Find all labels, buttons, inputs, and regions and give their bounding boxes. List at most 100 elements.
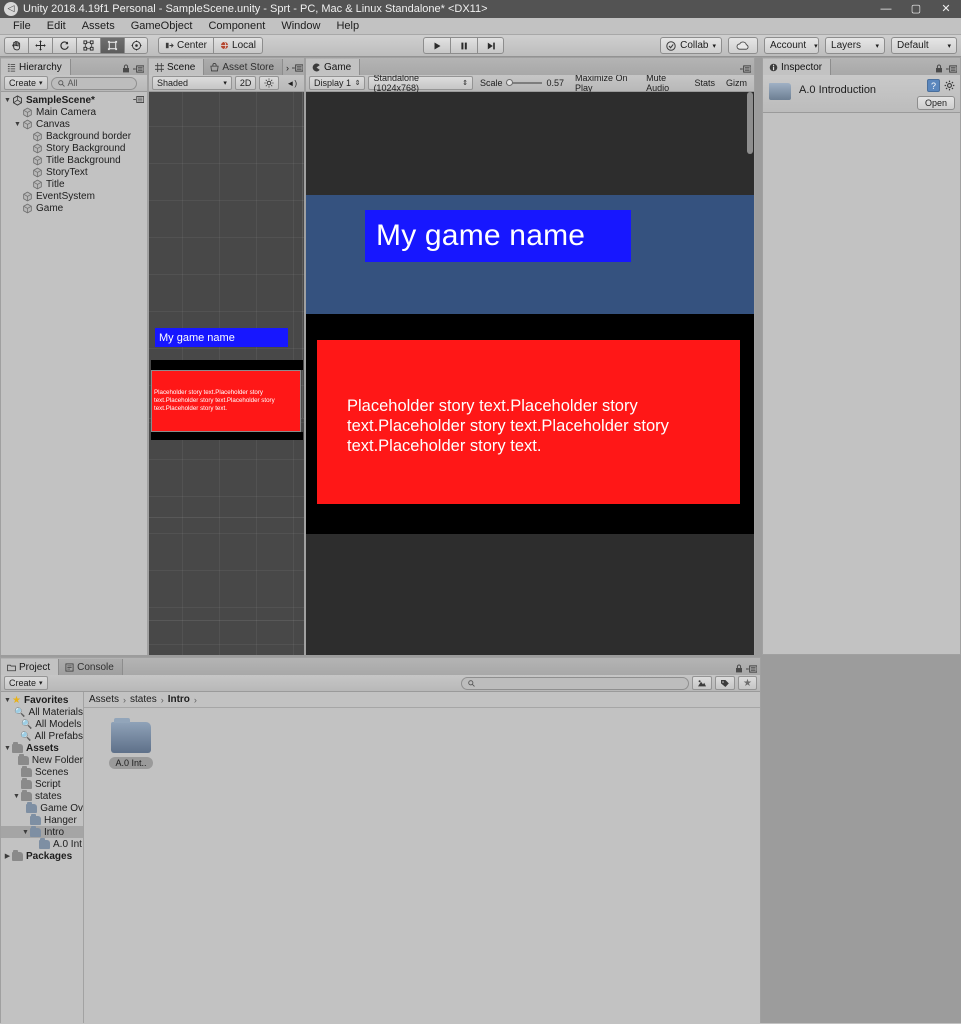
tab-scene[interactable]: Scene [149,59,205,75]
maximize-button[interactable]: ▢ [901,0,931,18]
chevron-down-icon[interactable]: ▼ [21,829,30,836]
scene-story-box[interactable]: Placeholder story text.Placeholder story… [151,370,301,432]
menu-item-component[interactable]: Component [200,18,273,35]
cloud-services-button[interactable] [728,37,759,54]
pivot-mode-button[interactable]: Center [158,37,214,54]
game-maximize-on-play-toggle[interactable]: Maximize On Play [571,73,639,93]
inspector-open-button[interactable]: Open [916,96,955,110]
tab-game[interactable]: Game [306,59,361,75]
move-tool-icon[interactable] [28,37,52,54]
help-icon[interactable]: ? [927,79,940,92]
menu-item-file[interactable]: File [5,18,39,35]
panel-menu-icon[interactable] [133,64,144,73]
hierarchy-item-game[interactable]: Game [1,202,147,214]
chevron-down-icon[interactable]: ▼ [12,793,21,800]
play-button[interactable] [423,37,451,54]
project-tree-item-game-ov[interactable]: Game Ov [1,801,83,814]
scale-slider-track[interactable] [506,79,543,86]
project-tree-item-all-prefabs[interactable]: 🔍 All Prefabs [1,730,83,742]
project-favorite-filter-button[interactable]: ★ [738,676,757,690]
project-tree-item-intro[interactable]: ▼ Intro [1,825,83,838]
game-view-canvas[interactable]: My game name Placeholder story text.Plac… [306,92,754,655]
panel-menu-icon[interactable] [746,664,757,673]
lock-icon[interactable] [122,64,130,73]
close-button[interactable]: ✕ [931,0,961,18]
menu-item-edit[interactable]: Edit [39,18,74,35]
hierarchy-search-input[interactable]: All [50,76,137,90]
hierarchy-item-storytext[interactable]: StoryText [1,166,147,178]
game-stats-toggle[interactable]: Stats [691,76,720,90]
tab-project[interactable]: Project [1,659,60,675]
project-tree-item-assets[interactable]: ▼ Assets [1,741,83,754]
scene-audio-toggle[interactable]: ◄) [282,76,301,90]
step-button[interactable] [477,37,505,54]
hierarchy-item-background-border[interactable]: Background border [1,130,147,142]
project-label-filter-button[interactable] [715,676,736,690]
layout-button[interactable]: Default ▾ [891,37,958,54]
menu-item-window[interactable]: Window [273,18,328,35]
hierarchy-create-button[interactable]: Create ▾ [4,76,48,90]
hierarchy-item-story-background[interactable]: Story Background [1,142,147,154]
scene-lighting-toggle[interactable] [259,76,280,90]
rotate-tool-icon[interactable] [52,37,76,54]
project-search-input[interactable] [461,676,690,690]
project-tree-item-packages[interactable]: ▶ Packages [1,849,83,862]
tab-asset-store[interactable]: Asset Store [204,59,284,75]
chevron-right-icon[interactable]: ▶ [3,852,12,860]
tab-console[interactable]: Console [59,659,123,675]
panel-menu-icon[interactable] [740,65,751,73]
project-tree[interactable]: ▼ ★ Favorites 🔍 All Materials 🔍 All Models 🔍 All… [1,692,84,1023]
hierarchy-item-main-camera[interactable]: Main Camera [1,106,147,118]
project-tree-item-scenes[interactable]: Scenes [1,765,83,778]
gear-icon[interactable] [944,80,955,91]
project-create-button[interactable]: Create ▾ [4,676,48,690]
project-tree-item-all-models[interactable]: 🔍 All Models [1,718,83,730]
hierarchy-item-eventsystem[interactable]: EventSystem [1,190,147,202]
project-tree-item-all-materials[interactable]: 🔍 All Materials [1,706,83,718]
game-mute-audio-toggle[interactable]: Mute Audio [642,73,687,93]
hierarchy-item-title[interactable]: Title [1,178,147,190]
project-type-filter-button[interactable] [692,676,713,690]
game-resolution-dropdown[interactable]: Standalone (1024x768) ⇕ [368,73,473,93]
scene-view-canvas[interactable]: My game name Placeholder story text.Plac… [149,92,304,655]
layers-button[interactable]: Layers ▾ [825,37,886,54]
breadcrumb-item-intro[interactable]: Intro [168,694,190,705]
pause-button[interactable] [450,37,478,54]
chevron-down-icon[interactable]: ▼ [13,121,22,128]
game-display-dropdown[interactable]: Display 1 ⇕ [309,76,366,90]
menu-item-help[interactable]: Help [328,18,367,35]
project-tree-item-hanger[interactable]: Hanger [1,813,83,826]
hierarchy-item-canvas[interactable]: ▼ Canvas [1,118,147,130]
asset-item[interactable]: A.0 Int.. [102,718,160,769]
lock-icon[interactable] [735,664,743,673]
project-tree-item-script[interactable]: Script [1,777,83,790]
project-tree-item-a.0-int[interactable]: A.0 Int [1,837,83,850]
collab-button[interactable]: Collab ▾ [660,37,723,54]
scene-2d-toggle[interactable]: 2D [234,76,257,90]
panel-menu-icon[interactable] [946,64,957,73]
chevron-down-icon[interactable]: ▼ [3,697,12,704]
minimize-button[interactable]: — [871,0,901,18]
tab-hierarchy[interactable]: Hierarchy [1,59,71,75]
hand-tool-icon[interactable] [4,37,28,54]
account-button[interactable]: Account ▾ [764,37,820,54]
menu-item-assets[interactable]: Assets [74,18,123,35]
lock-icon[interactable] [935,64,943,73]
project-tree-item-new-folder[interactable]: New Folder [1,753,83,766]
rect-tool-icon[interactable] [100,37,124,54]
scale-slider-thumb[interactable] [506,79,514,86]
scene-title-box[interactable]: My game name [155,328,288,347]
game-gizmos-dropdown[interactable]: Gizm [722,76,751,90]
tab-overflow-icon[interactable]: › [286,63,289,73]
chevron-down-icon[interactable]: ▼ [3,745,12,752]
hierarchy-item-title-background[interactable]: Title Background [1,154,147,166]
game-view-scrollbar[interactable] [747,92,753,154]
project-tree-item-states[interactable]: ▼ states [1,789,83,802]
game-scale-slider[interactable]: Scale 0.57 [476,76,568,90]
breadcrumb-item-states[interactable]: states [130,694,157,705]
chevron-down-icon[interactable]: ▼ [3,97,12,104]
breadcrumb-item-assets[interactable]: Assets [89,694,119,705]
pivot-rotation-button[interactable]: Local [213,37,263,54]
scene-menu-icon[interactable] [133,95,145,103]
scale-tool-icon[interactable] [76,37,100,54]
